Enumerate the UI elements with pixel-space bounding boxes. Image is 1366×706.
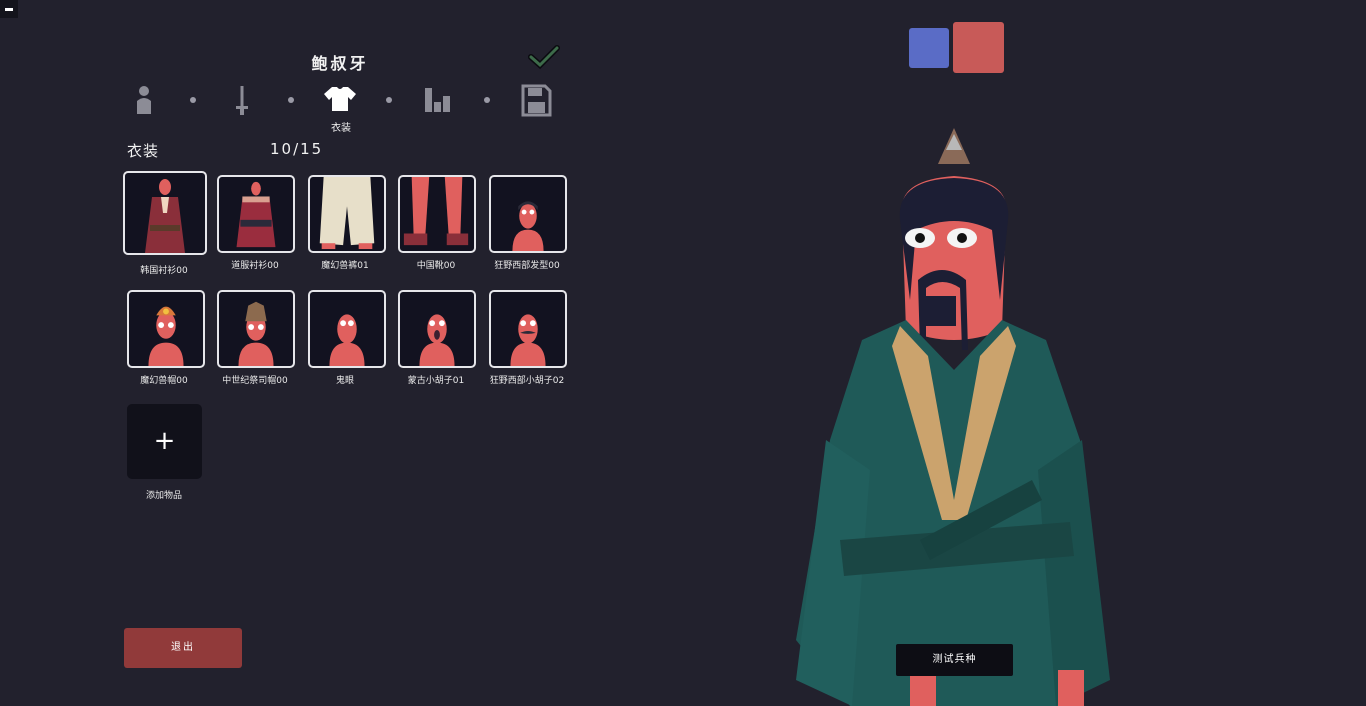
add-item-label: 添加物品 [145,491,182,501]
team-blue-swatch[interactable] [909,28,949,68]
editor-steps: 衣装 [126,84,556,134]
fantasy-pants-thumb-icon [319,177,375,250]
clothing-item-label: 道服衬衫00 [231,261,279,271]
ghost-eyes-thumb-icon [329,314,365,366]
test-unit-button[interactable]: 测试兵种 [896,644,1013,676]
add-item-button[interactable]: + [127,404,202,479]
clothing-slot-west-hair[interactable] [489,175,567,253]
clothing-item-label: 韩国衬衫00 [140,266,188,276]
west-mustache-thumb-icon [510,314,546,366]
clothing-item-label: 狂野西部发型00 [494,261,560,271]
unit-preview-model [796,128,1110,706]
chinese-boots-thumb-icon [403,177,469,246]
taoist-shirt-thumb-icon [236,181,276,248]
stats-bars-icon [425,88,450,112]
clothing-slot-ghost-eyes[interactable] [308,290,386,368]
minus-icon [5,8,13,11]
clothing-slot-fantasy-hat[interactable] [127,290,205,368]
priest-hat-thumb-icon [238,301,274,366]
step-weapon[interactable] [224,84,260,118]
save-disk-icon [521,84,552,117]
step-save[interactable] [518,84,554,118]
clothing-slot-chinese-boots[interactable] [398,175,476,253]
menu-toggle-button[interactable] [0,0,18,18]
exit-button[interactable]: 退出 [124,628,242,668]
clothing-item-label: 鬼眼 [335,376,354,386]
mongol-mustache-thumb-icon [419,314,455,366]
clothing-item-label: 狂野西部小胡子02 [489,376,565,386]
fantasy-hat-thumb-icon [148,306,184,366]
clothing-item-label: 蒙古小胡子01 [407,376,465,386]
confirm-check-icon[interactable] [528,44,560,70]
korean-shirt-thumb-icon [145,179,185,253]
item-count: 10/15 [270,140,324,158]
clothing-slot-fantasy-pants[interactable] [308,175,386,253]
clothing-slot-west-mustache[interactable] [489,290,567,368]
step-dot [288,97,294,103]
clothing-item-label: 魔幻兽帽00 [140,376,188,386]
step-stats[interactable] [420,84,456,118]
shirt-icon [324,87,356,111]
clothing-slot-priest-hat[interactable] [217,290,295,368]
clothing-slot-mongol-mustache[interactable] [398,290,476,368]
step-unit-base[interactable] [126,84,162,118]
step-dot [190,97,196,103]
section-title: 衣装 [127,142,160,160]
step-dot [484,97,490,103]
clothing-item-label: 中世纪祭司帽00 [222,376,288,386]
unit-name: 鲍叔牙 [311,54,369,73]
sword-icon [236,86,248,115]
clothing-slot-korean-shirt[interactable] [123,171,207,255]
unit-base-icon [137,86,151,114]
step-dot [386,97,392,103]
step-clothing-label: 衣装 [331,123,351,134]
clothing-slot-taoist-shirt[interactable] [217,175,295,253]
clothing-item-label: 魔幻兽裤01 [321,261,369,271]
team-red-swatch[interactable] [953,22,1004,73]
clothing-item-label: 中国靴00 [416,261,456,271]
step-clothing[interactable] [322,84,358,118]
west-hair-thumb-icon [512,201,544,251]
